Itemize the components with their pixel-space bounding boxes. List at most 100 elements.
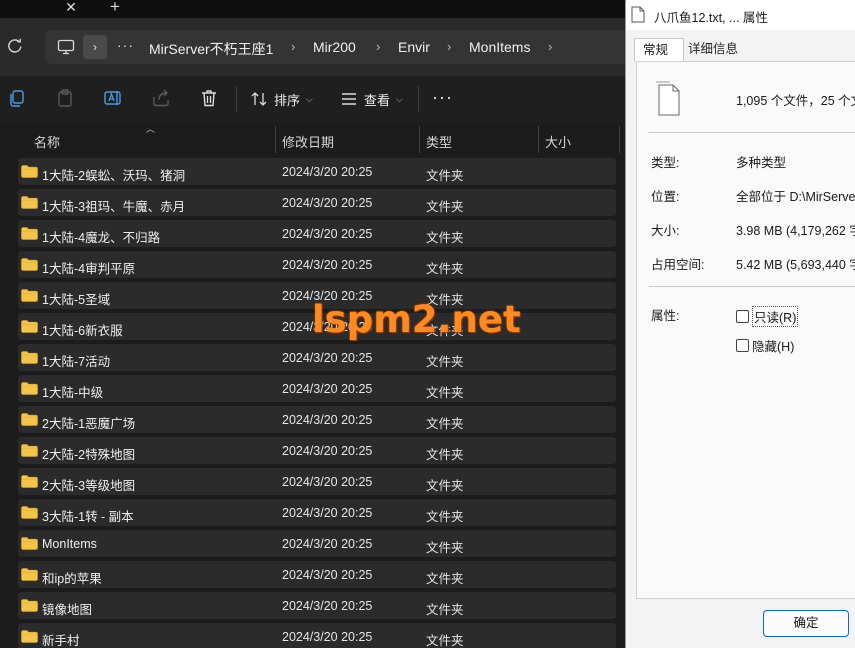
- file-name: 3大陆-1转 - 副本: [42, 510, 134, 524]
- file-row[interactable]: 2大陆-3等级地图 2024/3/20 20:25 文件夹: [18, 468, 616, 495]
- delete-icon[interactable]: [199, 88, 219, 108]
- file-name: 1大陆-3祖玛、牛魔、赤月: [42, 200, 186, 214]
- file-date: 2024/3/20 20:25: [282, 382, 373, 396]
- file-row[interactable]: 新手村 2024/3/20 20:25 文件夹: [18, 623, 616, 648]
- view-button[interactable]: 查看 ⌵: [340, 88, 403, 110]
- file-type: 文件夹: [426, 231, 464, 245]
- folder-icon: [21, 258, 38, 271]
- multiple-documents-icon: [656, 81, 680, 116]
- plus-icon[interactable]: +: [107, 0, 123, 15]
- type-value: 多种类型: [736, 156, 787, 170]
- file-date: 2024/3/20 20:25: [282, 227, 373, 241]
- tab-strip: ✕ +: [0, 0, 625, 18]
- tab-general[interactable]: 常规: [634, 38, 684, 62]
- more-icon[interactable]: ···: [432, 87, 453, 107]
- column-divider[interactable]: [419, 126, 420, 153]
- file-date: 2024/3/20 20:25: [282, 444, 373, 458]
- rename-icon[interactable]: [103, 88, 123, 108]
- file-row[interactable]: 1大陆-3祖玛、牛魔、赤月 2024/3/20 20:25 文件夹: [18, 189, 616, 216]
- file-row[interactable]: 1大陆-4审判平原 2024/3/20 20:25 文件夹: [18, 251, 616, 278]
- column-size[interactable]: 大小: [545, 132, 571, 151]
- location-value: 全部位于 D:\MirServer: [736, 190, 855, 204]
- file-date: 2024/3/20 20:25: [282, 599, 373, 613]
- command-bar: 排序 ⌵ 查看 ⌵ ···: [0, 76, 625, 122]
- checkbox-box[interactable]: [736, 310, 749, 323]
- hidden-checkbox[interactable]: 隐藏(H): [736, 336, 794, 355]
- paste-icon[interactable]: [55, 88, 75, 108]
- chevron-right-icon[interactable]: ›: [548, 39, 552, 54]
- folder-icon: [21, 320, 38, 333]
- readonly-checkbox[interactable]: 只读(R): [736, 306, 799, 327]
- folder-icon: [21, 196, 38, 209]
- tab-details[interactable]: 详细信息: [688, 38, 748, 62]
- document-icon: [631, 6, 645, 23]
- chevron-right-icon[interactable]: ›: [83, 35, 107, 59]
- file-row[interactable]: 镜像地图 2024/3/20 20:25 文件夹: [18, 592, 616, 619]
- share-icon[interactable]: [151, 88, 171, 108]
- column-name[interactable]: 名称: [34, 132, 60, 151]
- file-type: 文件夹: [426, 572, 464, 586]
- column-modified[interactable]: 修改日期: [282, 132, 334, 151]
- chevron-right-icon[interactable]: ›: [376, 39, 380, 54]
- close-icon[interactable]: ✕: [63, 0, 79, 16]
- readonly-label[interactable]: 只读(R): [752, 306, 799, 327]
- sort-label: 排序: [274, 92, 301, 108]
- file-date: 2024/3/20 20:25: [282, 196, 373, 210]
- column-type[interactable]: 类型: [426, 132, 452, 151]
- breadcrumb-item[interactable]: MirServer不朽王座1: [149, 39, 273, 59]
- file-date: 2024/3/20 20:25: [282, 351, 373, 365]
- folder-icon: [21, 506, 38, 519]
- file-row[interactable]: 3大陆-1转 - 副本 2024/3/20 20:25 文件夹: [18, 499, 616, 526]
- file-row[interactable]: 2大陆-2特殊地图 2024/3/20 20:25 文件夹: [18, 437, 616, 464]
- view-label: 查看: [364, 92, 391, 108]
- more-icon[interactable]: ···: [117, 37, 135, 55]
- file-row[interactable]: 和ip的苹果 2024/3/20 20:25 文件夹: [18, 561, 616, 588]
- size-value: 3.98 MB (4,179,262 字: [736, 224, 855, 238]
- file-type: 文件夹: [426, 448, 464, 462]
- file-row[interactable]: MonItems 2024/3/20 20:25 文件夹: [18, 530, 616, 557]
- file-row[interactable]: 1大陆-7活动 2024/3/20 20:25 文件夹: [18, 344, 616, 371]
- folder-icon: [21, 227, 38, 240]
- checkbox-box[interactable]: [736, 339, 749, 352]
- column-divider[interactable]: [619, 126, 620, 153]
- chevron-right-icon[interactable]: ›: [291, 39, 295, 54]
- sort-button[interactable]: 排序 ⌵: [250, 88, 313, 110]
- file-name: 新手村: [42, 634, 80, 648]
- attributes-label: 属性:: [651, 309, 680, 323]
- divider: [649, 286, 855, 287]
- copy-icon[interactable]: [7, 88, 27, 108]
- hidden-label[interactable]: 隐藏(H): [752, 336, 794, 355]
- breadcrumb-item[interactable]: Mir200: [313, 39, 356, 55]
- ok-button[interactable]: 确定: [763, 610, 849, 637]
- file-type: 文件夹: [426, 541, 464, 555]
- disk-size-label: 占用空间:: [651, 258, 705, 272]
- general-panel: 1,095 个文件，25 个文 类型: 多种类型 位置: 全部位于 D:\Mir…: [636, 61, 855, 599]
- refresh-icon[interactable]: [6, 37, 24, 55]
- folder-icon: [21, 382, 38, 395]
- type-label: 类型:: [651, 156, 680, 170]
- file-row[interactable]: 1大陆-4魔龙、不归路 2024/3/20 20:25 文件夹: [18, 220, 616, 247]
- file-type: 文件夹: [426, 262, 464, 276]
- folder-icon: [21, 165, 38, 178]
- selection-summary: 1,095 个文件，25 个文: [736, 94, 855, 108]
- file-type: 文件夹: [426, 200, 464, 214]
- file-date: 2024/3/20 20:25: [282, 568, 373, 582]
- computer-icon: [57, 39, 75, 55]
- address-bar[interactable]: › ··· MirServer不朽王座1 › Mir200 › Envir › …: [45, 30, 635, 64]
- file-type: 文件夹: [426, 417, 464, 431]
- column-divider[interactable]: [538, 126, 539, 153]
- folder-icon: [21, 537, 38, 550]
- file-row[interactable]: 1大陆-2蜈蚣、沃玛、猪洞 2024/3/20 20:25 文件夹: [18, 158, 616, 185]
- chevron-right-icon[interactable]: ›: [447, 39, 451, 54]
- file-date: 2024/3/20 20:25: [282, 258, 373, 272]
- file-date: 2024/3/20 20:25: [282, 165, 373, 179]
- file-row[interactable]: 1大陆-中级 2024/3/20 20:25 文件夹: [18, 375, 616, 402]
- file-list: 1大陆-2蜈蚣、沃玛、猪洞 2024/3/20 20:25 文件夹 1大陆-3祖玛、牛…: [18, 158, 616, 648]
- column-divider[interactable]: [275, 126, 276, 153]
- file-type: 文件夹: [426, 510, 464, 524]
- breadcrumb-item[interactable]: Envir: [398, 39, 430, 55]
- breadcrumb-item[interactable]: MonItems: [469, 39, 530, 55]
- folder-icon: [21, 630, 38, 643]
- file-row[interactable]: 2大陆-1恶魔广场 2024/3/20 20:25 文件夹: [18, 406, 616, 433]
- file-name: 和ip的苹果: [42, 572, 102, 586]
